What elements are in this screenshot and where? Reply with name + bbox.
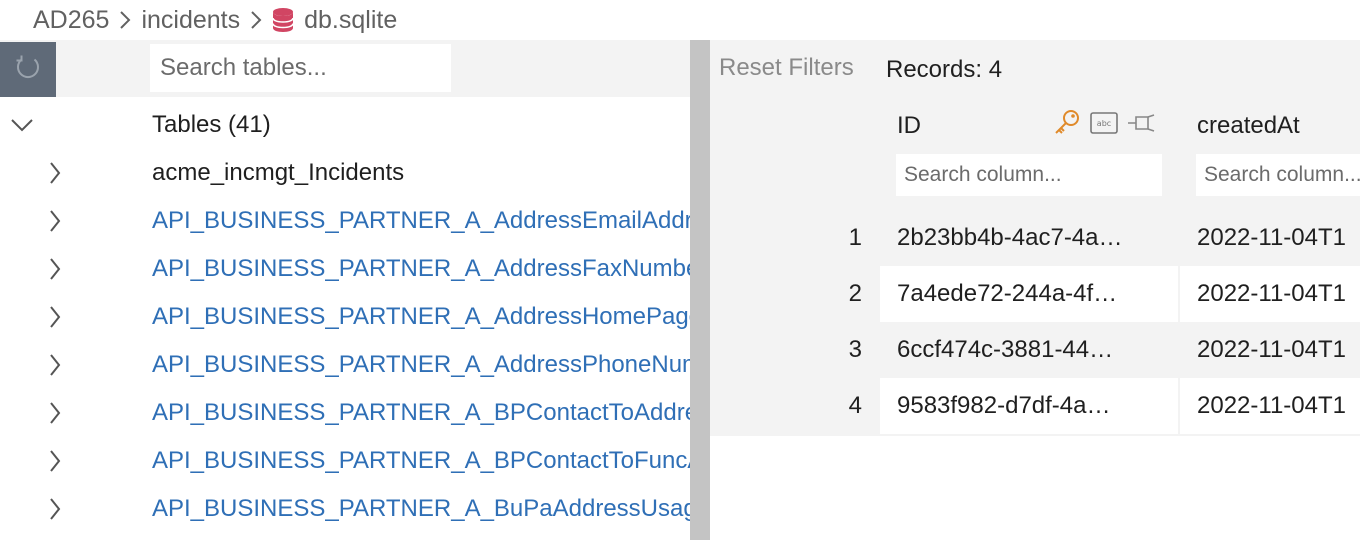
cell-createdat[interactable]: 2022-11-04T1 <box>1180 210 1360 266</box>
table-item[interactable]: API_BUSINESS_PARTNER_A_AddressHomePageUR… <box>0 293 690 341</box>
column-header-createdat[interactable]: createdAt <box>1197 112 1300 140</box>
breadcrumb-item-file[interactable]: db.sqlite <box>304 6 397 35</box>
chevron-right-icon <box>43 437 67 485</box>
table-item-label[interactable]: API_BUSINESS_PARTNER_A_BuPaAddressUsage <box>152 485 690 533</box>
table-item-label[interactable]: API_BUSINESS_PARTNER_A_BPContactToFuncAn… <box>152 437 690 485</box>
table-row[interactable]: 4 9583f982-d7df-4a… 2022-11-04T1 <box>710 378 1360 434</box>
table-item-label[interactable]: API_BUSINESS_PARTNER_A_AddressFaxNumber <box>152 245 690 293</box>
table-item[interactable]: API_BUSINESS_PARTNER_A_AddressEmailAddre… <box>0 197 690 245</box>
table-item-label[interactable]: API_BUSINESS_PARTNER_A_BPContactToAddres… <box>152 389 690 437</box>
text-type-icon: abc <box>1090 112 1118 139</box>
row-number: 2 <box>848 280 862 307</box>
chevron-right-icon <box>43 245 67 293</box>
cell-id[interactable]: 6ccf474c-3881-44… <box>880 322 1178 378</box>
pin-icon[interactable] <box>1126 111 1156 140</box>
table-item[interactable]: acme_incmgt_Incidents <box>0 149 690 197</box>
column-search-createdat-input[interactable] <box>1196 154 1360 196</box>
cell-createdat[interactable]: 2022-11-04T1 <box>1180 266 1360 322</box>
chevron-right-icon <box>43 197 67 245</box>
table-row[interactable]: 2 7a4ede72-244a-4f… 2022-11-04T1 <box>710 266 1360 322</box>
data-grid-panel: Reset Filters Records: 4 ID abc createdA… <box>710 40 1360 540</box>
table-item[interactable]: API_BUSINESS_PARTNER_A_AddressPhoneNumbe… <box>0 341 690 389</box>
chevron-right-icon <box>43 485 67 533</box>
refresh-button[interactable] <box>0 42 56 97</box>
table-item-label[interactable]: API_BUSINESS_PARTNER_A_AddressEmailAddre… <box>152 197 690 245</box>
cell-id[interactable]: 2b23bb4b-4ac7-4a… <box>880 210 1178 266</box>
panel-splitter[interactable] <box>690 40 710 540</box>
breadcrumb-item-project[interactable]: AD265 <box>33 6 109 35</box>
table-item[interactable]: API_BUSINESS_PARTNER_A_BPContactToAddres… <box>0 389 690 437</box>
cell-createdat[interactable]: 2022-11-04T1 <box>1180 378 1360 434</box>
search-tables-input[interactable] <box>150 44 451 92</box>
data-grid: Reset Filters Records: 4 ID abc createdA… <box>710 40 1360 436</box>
refresh-icon <box>14 53 42 86</box>
column-id-icons: abc <box>1052 108 1156 143</box>
column-header-id[interactable]: ID <box>897 112 921 140</box>
tables-sidebar: Tables (41) acme_incmgt_Incidents API_BU… <box>0 40 690 540</box>
breadcrumb-item-folder[interactable]: incidents <box>141 6 240 35</box>
sidebar-toolbar <box>0 40 690 97</box>
table-item[interactable]: API_BUSINESS_PARTNER_A_AddressFaxNumber <box>0 245 690 293</box>
row-number: 3 <box>848 336 862 363</box>
row-number: 1 <box>848 224 862 251</box>
row-number: 4 <box>848 392 862 419</box>
cell-createdat[interactable]: 2022-11-04T1 <box>1180 322 1360 378</box>
column-search-id-input[interactable] <box>896 154 1162 196</box>
chevron-right-icon <box>43 149 67 197</box>
table-row[interactable]: 3 6ccf474c-3881-44… 2022-11-04T1 <box>710 322 1360 378</box>
table-item[interactable]: API_BUSINESS_PARTNER_A_BuPaAddressUsage <box>0 485 690 533</box>
database-icon <box>272 7 294 33</box>
table-item[interactable]: API_BUSINESS_PARTNER_A_BPContactToFuncAn… <box>0 437 690 485</box>
cell-id[interactable]: 9583f982-d7df-4a… <box>880 378 1178 434</box>
chevron-right-icon <box>250 10 262 30</box>
records-count: Records: 4 <box>886 56 1003 83</box>
table-row[interactable]: 1 2b23bb4b-4ac7-4a… 2022-11-04T1 <box>710 210 1360 266</box>
chevron-right-icon <box>119 10 131 30</box>
reset-filters-button[interactable]: Reset Filters <box>719 54 854 82</box>
tables-group[interactable]: Tables (41) <box>0 101 690 149</box>
table-item-label: acme_incmgt_Incidents <box>152 159 405 186</box>
key-icon <box>1052 108 1082 143</box>
chevron-down-icon <box>10 101 34 149</box>
chevron-right-icon <box>43 389 67 437</box>
breadcrumb: AD265 incidents db.sqlite <box>0 0 1360 40</box>
table-item-label[interactable]: API_BUSINESS_PARTNER_A_AddressPhoneNumbe… <box>152 341 690 389</box>
svg-text:abc: abc <box>1097 119 1111 128</box>
chevron-right-icon <box>43 293 67 341</box>
cell-id[interactable]: 7a4ede72-244a-4f… <box>880 266 1178 322</box>
tables-group-label: Tables (41) <box>152 111 271 138</box>
chevron-right-icon <box>43 341 67 389</box>
table-item-label[interactable]: API_BUSINESS_PARTNER_A_AddressHomePageUR… <box>152 293 690 341</box>
